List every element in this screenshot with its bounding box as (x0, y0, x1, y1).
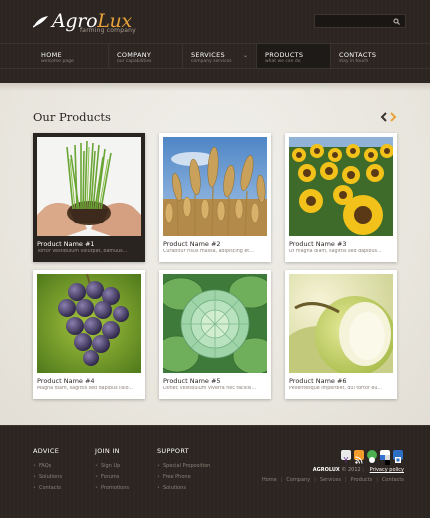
copyright: AGROLUX © 2012 | Privacy policy (312, 467, 404, 473)
nav-sub: stay in touch (339, 59, 369, 64)
footer-nav-home[interactable]: Home (262, 477, 277, 483)
product-name[interactable]: Product Name #2 (163, 240, 221, 248)
nav-item-contacts[interactable]: CONTACTS stay in touch (330, 44, 404, 68)
search-input[interactable] (314, 14, 406, 28)
share-icon[interactable] (393, 450, 403, 463)
product-name[interactable]: Product Name #5 (163, 377, 221, 385)
nav-sub: company services (191, 59, 232, 64)
nav-item-home[interactable]: HOME welcome page (33, 44, 108, 68)
leaf-icon (33, 16, 48, 28)
product-desc: Curabitur risus massa, adipiscing et... (163, 249, 254, 254)
product-card[interactable]: Product Name #3 Ut magna diam, sagittis … (285, 133, 397, 262)
footer-nav: Home | Company | Services | Products | Contacts (261, 477, 404, 483)
chevron-down-icon[interactable]: ⌄ (243, 52, 248, 59)
section-title: Our Products (33, 110, 111, 124)
yahoo-icon[interactable]: Y (341, 450, 351, 465)
product-image[interactable] (163, 137, 267, 236)
product-name[interactable]: Product Name #6 (289, 377, 347, 385)
copyright-text: © 2012 (341, 467, 361, 473)
product-image[interactable] (289, 274, 393, 373)
delicious-icon[interactable] (380, 450, 390, 465)
prev-arrow-icon[interactable] (380, 112, 387, 122)
footer-title-join: JOIN IN (95, 447, 120, 455)
product-name[interactable]: Product Name #3 (289, 240, 347, 248)
product-image[interactable] (163, 274, 267, 373)
search-icon[interactable] (393, 18, 400, 25)
nav-label: CONTACTS (339, 51, 377, 59)
product-name[interactable]: Product Name #1 (37, 240, 95, 248)
product-card[interactable]: Product Name #6 Pellentesque imperdiet, … (285, 270, 397, 399)
nav-label: SERVICES (191, 51, 225, 59)
product-card[interactable]: Product Name #5 Donec vestibulum viverra… (159, 270, 271, 399)
nav-item-company[interactable]: COMPANY our capabilities (108, 44, 182, 68)
footer-brand: AGROLUX (312, 467, 340, 473)
product-card[interactable]: Product Name #4 Magna diam, sagittis sed… (33, 270, 145, 399)
footer-nav-services[interactable]: Services (320, 477, 341, 483)
nav-label: COMPANY (117, 51, 152, 59)
footer-link[interactable]: Solutions (33, 474, 62, 480)
footer-link[interactable]: Free Phone (157, 474, 191, 480)
product-desc: Pellentesque imperdiet, dui tortor eu... (289, 386, 382, 391)
footer-link[interactable]: Solutions (157, 485, 186, 491)
nav-item-services[interactable]: SERVICES company services ⌄ (182, 44, 256, 68)
product-name[interactable]: Product Name #4 (37, 377, 95, 385)
footer-nav-products[interactable]: Products (351, 477, 373, 483)
product-desc: Tortor vestibulum volutpat, bamuus... (37, 249, 128, 254)
product-card[interactable]: Product Name #1 Tortor vestibulum volutp… (33, 133, 145, 262)
site-header: AgroLux farming company HOME welcome pag… (0, 0, 430, 83)
messenger-icon[interactable] (367, 450, 377, 463)
footer-link[interactable]: Sign Up (95, 463, 120, 469)
product-desc: Donec vestibulum viverra nec facilisi... (163, 386, 257, 391)
footer-link[interactable]: Contacts (33, 485, 61, 491)
divider (0, 83, 430, 91)
product-card[interactable]: Product Name #2 Curabitur risus massa, a… (159, 133, 271, 262)
footer-link[interactable]: Forums (95, 474, 119, 480)
nav-sub: our capabilities (117, 59, 152, 64)
nav-sub: welcome page (41, 59, 74, 64)
product-image[interactable] (37, 274, 141, 373)
product-image[interactable] (289, 137, 393, 236)
footer-link[interactable]: FAQs (33, 463, 51, 469)
nav-label: HOME (41, 51, 62, 59)
footer-title-advice: ADVICE (33, 447, 60, 455)
nav-label: PRODUCTS (265, 51, 304, 59)
next-arrow-icon[interactable] (390, 112, 397, 122)
nav-sub: what we can do (265, 59, 301, 64)
footer-link[interactable]: Special Proposition (157, 463, 210, 469)
footer-nav-company[interactable]: Company (286, 477, 310, 483)
footer-title-support: SUPPORT (157, 447, 189, 455)
svg-text:Y: Y (343, 456, 349, 465)
tagline: farming company (80, 27, 136, 34)
product-image[interactable] (37, 137, 141, 236)
nav-item-products[interactable]: PRODUCTS what we can do (256, 44, 330, 68)
privacy-link[interactable]: Privacy policy (370, 467, 404, 473)
rss-icon[interactable] (354, 450, 364, 464)
main-nav: HOME welcome page COMPANY our capabiliti… (0, 43, 430, 69)
product-desc: Ut magna diam, sagittis sed dapibus... (289, 249, 382, 254)
footer-nav-contacts[interactable]: Contacts (382, 477, 404, 483)
footer-link[interactable]: Promotions (95, 485, 129, 491)
product-desc: Magna diam, sagittis sed dapibus lisio..… (37, 386, 134, 391)
